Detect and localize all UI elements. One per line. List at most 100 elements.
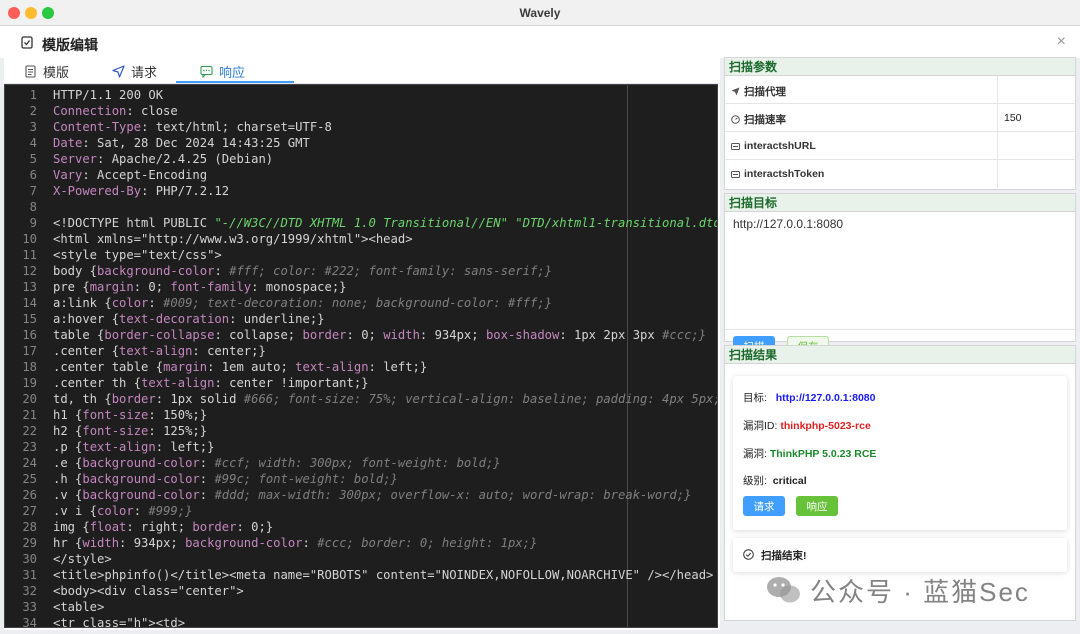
line-number: 13 <box>22 280 37 294</box>
tab-label: 模版 <box>43 64 70 80</box>
code-token: : left;} <box>155 440 215 454</box>
code-token: #ccc; border: 0; height: 1px;} <box>317 536 538 550</box>
code-token: : 1px 2px 3px <box>559 328 663 342</box>
line-number: 3 <box>29 120 37 134</box>
code-text: .v {background-color: #ddd; max-width: 3… <box>53 487 691 503</box>
code-token: <body><div class="center"> <box>53 584 244 598</box>
code-text: <tr class="h"><td> <box>53 615 185 627</box>
view-request-button[interactable]: 请求 <box>743 496 785 516</box>
scan-target-textarea[interactable]: http://127.0.0.1:8080 <box>725 212 1075 330</box>
code-token: : close <box>126 104 178 118</box>
line-number: 33 <box>22 600 37 614</box>
close-icon[interactable]: × <box>1057 33 1066 51</box>
code-token: Server <box>53 152 98 166</box>
code-line: 33 <table> <box>5 599 717 615</box>
line-number: 7 <box>29 184 37 198</box>
line-number: 30 <box>22 552 37 566</box>
code-text: <style type="text/css"> <box>53 247 222 263</box>
code-token: : 934px; <box>119 536 186 550</box>
code-line: 9 <!DOCTYPE html PUBLIC "-//W3C//DTD XHTM… <box>5 215 717 231</box>
code-token: color <box>111 296 149 310</box>
code-token: HTTP/1.1 200 OK <box>53 88 164 102</box>
code-token: border <box>111 392 156 406</box>
code-token: : Sat, 28 Dec 2024 14:43:25 GMT <box>82 136 310 150</box>
code-token: color <box>97 504 134 518</box>
code-token: : 0; <box>133 280 171 294</box>
view-response-button[interactable]: 响应 <box>796 496 838 516</box>
code-token: text-decoration <box>119 312 230 326</box>
code-text: <html xmlns="http://www.w3.org/1999/xhtm… <box>53 231 413 247</box>
line-number: 25 <box>22 472 37 486</box>
code-line: 24 .e {background-color: #ccf; width: 300… <box>5 455 717 471</box>
code-token: h2 { <box>53 424 83 438</box>
code-token: #99c; font-weight: bold;} <box>214 472 398 486</box>
code-token: : <box>199 472 215 486</box>
code-token: font-family <box>170 280 252 294</box>
line-number: 24 <box>22 456 37 470</box>
template-editor-panel: 模版 请求 响应 1 HTTP/1.1 200 OK 2 Connection: cl… <box>4 58 720 630</box>
code-token: </style> <box>53 552 112 566</box>
code-token: : underline;} <box>229 312 325 326</box>
code-line: 6 Vary: Accept-Encoding <box>5 167 717 183</box>
interactsh-url-input[interactable] <box>997 132 1077 160</box>
param-row-proxy: 扫描代理 <box>725 76 1075 104</box>
code-token: X-Powered-By <box>53 184 142 198</box>
code-text: .center table {margin: 1em auto; text-al… <box>53 359 427 375</box>
code-line: 11 <style type="text/css"> <box>5 247 717 263</box>
code-token: : 1px solid <box>155 392 244 406</box>
code-token: <html xmlns="http://www.w3.org/1999/xhtm… <box>53 232 413 246</box>
message-icon <box>200 65 213 78</box>
code-token: : 0;} <box>236 520 274 534</box>
code-token: : <box>148 296 164 310</box>
code-token: : Accept-Encoding <box>82 168 208 182</box>
param-label-text: interactshToken <box>744 168 825 180</box>
code-token: : 1em auto; <box>207 360 296 374</box>
document-icon <box>25 64 36 78</box>
code-token: background-color <box>82 456 200 470</box>
tab-template[interactable]: 模版 <box>24 58 69 84</box>
tab-request[interactable]: 请求 <box>112 58 157 84</box>
code-token: Connection <box>53 104 127 118</box>
code-line: 26 .v {background-color: #ddd; max-width:… <box>5 487 717 503</box>
code-text: td, th {border: 1px solid #666; font-siz… <box>53 391 718 407</box>
line-number: 22 <box>22 424 37 438</box>
code-text: </style> <box>53 551 112 567</box>
result-level-value: critical <box>772 475 807 487</box>
code-line: 12 body {background-color: #fff; color: #… <box>5 263 717 279</box>
code-token: #999;} <box>148 504 193 518</box>
code-text: <table> <box>53 599 104 615</box>
code-token: background-color <box>185 536 303 550</box>
code-token: : Apache/2.4.25 (Debian) <box>97 152 274 166</box>
line-number: 34 <box>22 616 37 628</box>
check-circle-icon <box>743 549 754 560</box>
code-token: #666; font-size: 75%; vertical-align: ba… <box>243 392 718 406</box>
code-token: : PHP/7.2.12 <box>141 184 230 198</box>
code-token: : center;} <box>192 344 266 358</box>
code-text: .center th {text-align: center !importan… <box>53 375 369 391</box>
code-token: : right; <box>126 520 193 534</box>
code-token: : left;} <box>368 360 428 374</box>
code-token: border <box>192 520 237 534</box>
code-token: width <box>383 328 420 342</box>
line-number: 29 <box>22 536 37 550</box>
line-number: 6 <box>29 168 37 182</box>
line-number: 9 <box>29 216 37 230</box>
param-label-text: interactshURL <box>744 140 816 152</box>
code-token: pre { <box>53 280 90 294</box>
response-code-editor[interactable]: 1 HTTP/1.1 200 OK 2 Connection: close 3 Conte… <box>4 84 718 628</box>
code-text: X-Powered-By: PHP/7.2.12 <box>53 183 229 199</box>
watermark: 公众号 · 蓝猫Sec <box>766 572 1030 608</box>
code-token: Content-Type <box>53 120 142 134</box>
code-token: #ccc;} <box>662 328 707 342</box>
code-token: margin <box>89 280 134 294</box>
scan-target-panel: 扫描目标 http://127.0.0.1:8080 扫描 保存 <box>724 193 1076 356</box>
code-text: .v i {color: #999;} <box>53 503 192 519</box>
code-token: <!DOCTYPE html PUBLIC <box>53 216 215 230</box>
dialog-header: 模版编辑 × <box>0 26 1080 58</box>
code-token: float <box>89 520 127 534</box>
proxy-input[interactable] <box>997 76 1077 104</box>
line-number: 18 <box>22 360 37 374</box>
rate-input[interactable]: 150 <box>997 104 1077 132</box>
code-line: 2 Connection: close <box>5 103 717 119</box>
interactsh-token-input[interactable] <box>997 160 1077 188</box>
